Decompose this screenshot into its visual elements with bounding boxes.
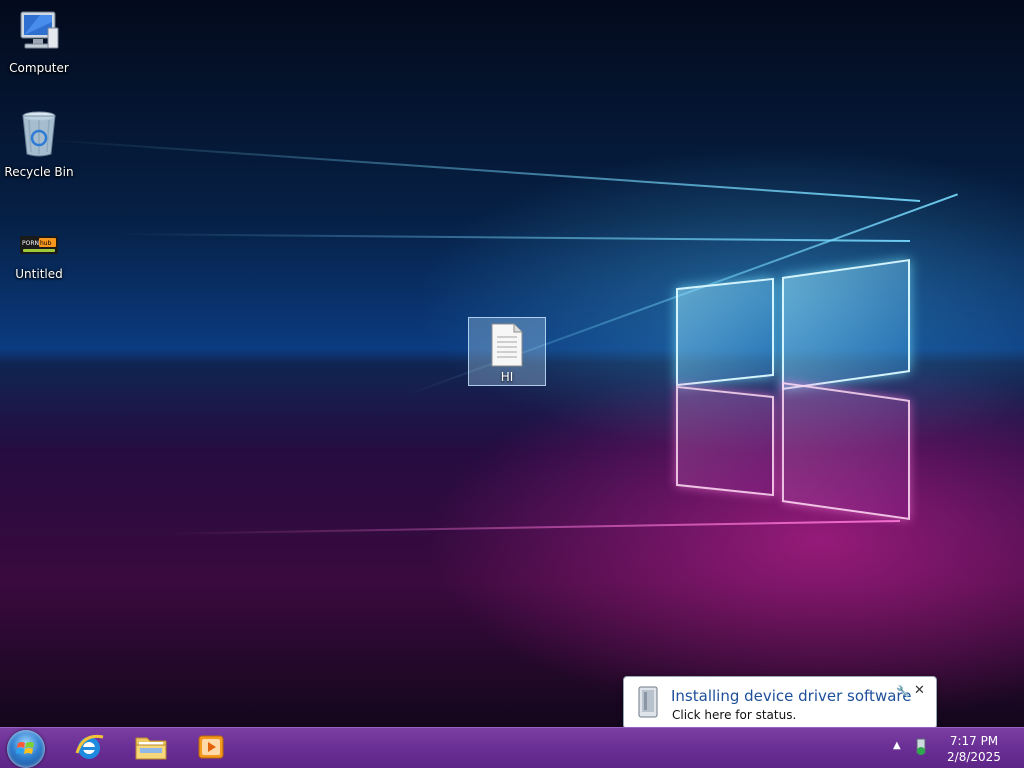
computer-icon [0, 10, 78, 57]
folder-icon [134, 732, 168, 765]
media-player-icon [196, 732, 226, 765]
notification-body: Click here for status. [672, 708, 797, 722]
svg-text:PORN: PORN [22, 240, 39, 247]
logo-reflection [782, 382, 910, 520]
taskbar-internet-explorer[interactable] [64, 730, 114, 767]
notification-title: Installing device driver software [671, 687, 912, 705]
clock-date: 2/8/2025 [947, 750, 1001, 764]
untitled-app-icon: PORN hub [0, 232, 78, 261]
desktop-icon-hi-file[interactable]: HI [468, 317, 546, 386]
desktop-icon-recycle-bin[interactable]: Recycle Bin [0, 110, 78, 179]
recycle-bin-icon [0, 110, 78, 161]
desktop-icon-label: HI [500, 370, 514, 384]
windows-logo-icon [16, 742, 34, 754]
light-beam [120, 233, 911, 242]
options-icon[interactable]: 🔧 [896, 685, 910, 698]
clock-time: 7:17 PM [949, 734, 999, 748]
light-beam [42, 138, 921, 202]
desktop-icon-computer[interactable]: Computer [0, 10, 78, 75]
logo-reflection [676, 385, 774, 497]
desktop-icon-untitled[interactable]: PORN hub Untitled [0, 232, 78, 281]
taskbar [0, 727, 1024, 768]
taskbar-media-player[interactable] [186, 730, 236, 767]
desktop[interactable]: Computer Recycle Bin PORN hub Untitled H… [0, 0, 1024, 727]
driver-install-notification[interactable]: Installing device driver software Click … [623, 676, 937, 727]
desktop-icon-label: Recycle Bin [4, 165, 74, 179]
taskbar-file-explorer[interactable] [126, 730, 176, 767]
internet-explorer-icon [73, 731, 105, 766]
start-button[interactable] [7, 730, 45, 768]
device-driver-icon [636, 685, 660, 722]
logo-pane [782, 259, 910, 390]
device-install-icon[interactable] [914, 738, 928, 759]
svg-text:hub: hub [40, 240, 52, 247]
close-icon[interactable]: ✕ [914, 683, 925, 698]
light-beam [160, 520, 901, 535]
logo-pane [676, 277, 774, 387]
desktop-icon-label: Untitled [15, 267, 63, 281]
text-document-icon [490, 323, 524, 370]
system-clock[interactable]: 7:17 PM 2/8/2025 [943, 733, 1005, 765]
desktop-icon-label: Computer [9, 61, 69, 75]
chevron-up-icon[interactable]: ▲ [893, 740, 901, 751]
